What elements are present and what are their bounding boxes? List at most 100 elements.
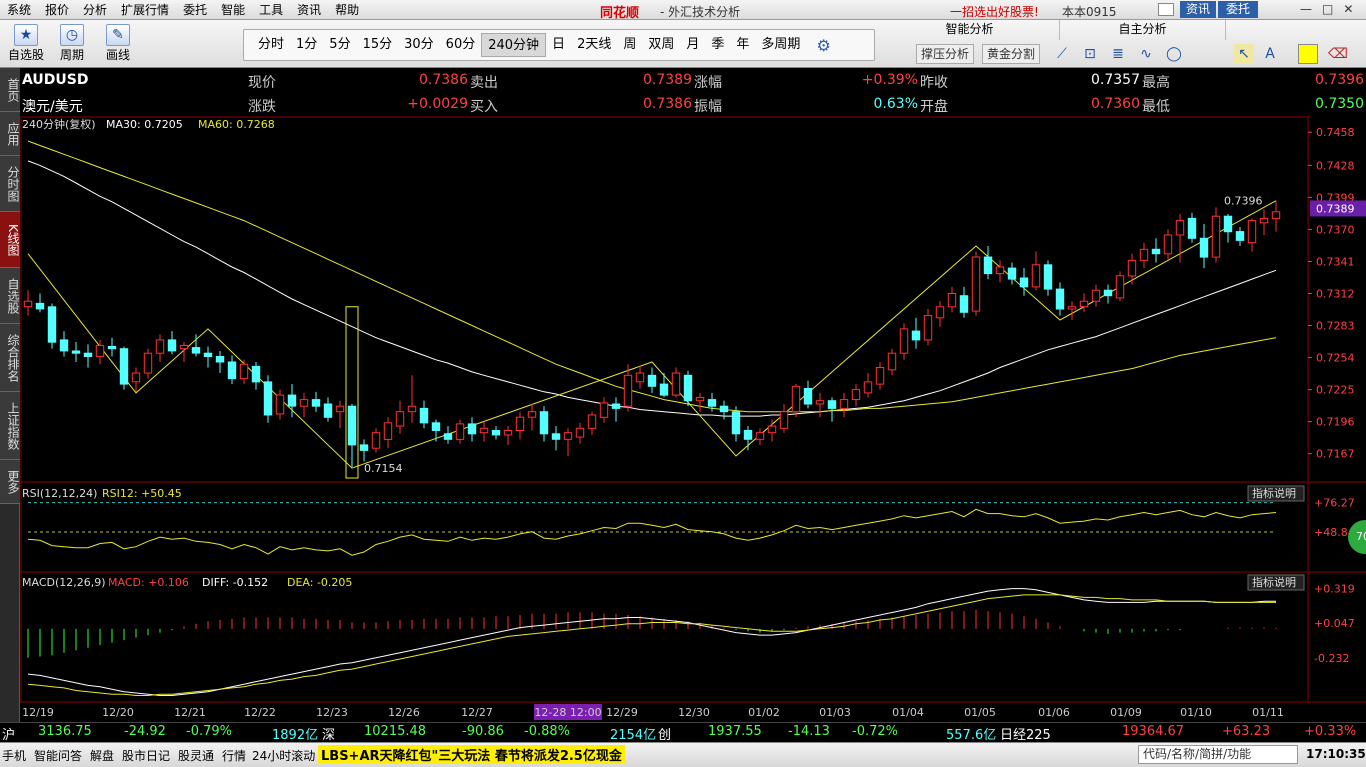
period-week[interactable]: 周: [617, 33, 642, 57]
sidebar-ranking[interactable]: 综合排名: [0, 324, 20, 392]
period-240m[interactable]: 240分钟: [481, 33, 547, 57]
promo-link[interactable]: 一招选出好股票!: [950, 3, 1039, 20]
chart-border: [20, 116, 1309, 703]
rect-tool-icon[interactable]: ⊡: [1080, 44, 1100, 64]
period-year[interactable]: 年: [730, 33, 755, 57]
period-button[interactable]: ◷ 周期: [52, 24, 92, 66]
price-tick-label: 0.7312: [1316, 288, 1355, 301]
cursor-icon[interactable]: ↖: [1234, 44, 1254, 64]
sidebar-shindex[interactable]: 上证指数: [0, 392, 20, 460]
period-tick[interactable]: 分时: [252, 33, 290, 57]
menu-quote[interactable]: 报价: [38, 0, 76, 20]
menu-help[interactable]: 帮助: [328, 0, 366, 20]
bottom-market[interactable]: 行情: [222, 747, 246, 764]
period-30m[interactable]: 30分: [398, 33, 440, 57]
menu-news[interactable]: 资讯: [290, 0, 328, 20]
bottom-analysis[interactable]: 解盘: [90, 747, 114, 764]
menu-smart[interactable]: 智能: [214, 0, 252, 20]
support-resistance-button[interactable]: 撑压分析: [916, 44, 975, 64]
index-status-bar: 沪 3136.75 -24.92 -0.79% 1892亿 深 10215.48…: [0, 722, 1366, 743]
period-month[interactable]: 月: [680, 33, 705, 57]
date-label: 01/10: [1180, 706, 1212, 719]
date-label: 12/22: [244, 706, 276, 719]
period-60m[interactable]: 60分: [440, 33, 482, 57]
golden-section-button[interactable]: 黄金分割: [982, 44, 1041, 64]
period-1m[interactable]: 1分: [290, 33, 323, 57]
rsi-help-button[interactable]: 指标说明: [1252, 486, 1296, 500]
maximize-icon[interactable]: □: [1322, 2, 1333, 16]
draw-line-button[interactable]: ✎ 画线: [98, 24, 138, 66]
label-high: 最高: [1142, 75, 1170, 91]
menu-system[interactable]: 系统: [0, 0, 38, 20]
line-tool-icon[interactable]: ⟋: [1052, 44, 1072, 64]
date-label: 12/21: [174, 706, 206, 719]
menu-trade[interactable]: 委托: [176, 0, 214, 20]
color-picker-icon[interactable]: [1298, 44, 1318, 64]
wave-tool-icon[interactable]: ∿: [1136, 44, 1156, 64]
candle-body: [131, 372, 141, 383]
self-analysis-tab[interactable]: 自主分析: [1060, 20, 1226, 40]
candle-body: [1079, 300, 1089, 308]
candle-body: [863, 381, 873, 394]
watchlist-button[interactable]: ★ 自选股: [6, 24, 46, 66]
menu-analysis[interactable]: 分析: [76, 0, 114, 20]
period-15m[interactable]: 15分: [357, 33, 399, 57]
candle-body: [803, 388, 813, 405]
low-annotation: 0.7154: [364, 462, 403, 475]
bottom-diary[interactable]: 股市日记: [122, 747, 170, 764]
gear-icon[interactable]: ⚙: [816, 36, 830, 55]
main-legend-label: 240分钟(复权): [22, 117, 96, 131]
eraser-icon[interactable]: ⌫: [1328, 44, 1348, 64]
period-2week[interactable]: 双周: [642, 33, 680, 57]
message-icon[interactable]: [1158, 3, 1174, 16]
label-low: 最低: [1142, 99, 1170, 115]
sidebar-home[interactable]: 首页: [0, 68, 20, 112]
nk-pct: +0.33%: [1304, 724, 1357, 739]
candle-body: [695, 396, 705, 402]
candle-body: [155, 339, 165, 354]
menu-tools[interactable]: 工具: [252, 0, 290, 20]
close-icon[interactable]: ✕: [1343, 2, 1353, 16]
channel-tool-icon[interactable]: ≣: [1108, 44, 1128, 64]
bottom-24h[interactable]: 24小时滚动: [252, 747, 315, 764]
bottom-qa[interactable]: 智能问答: [34, 747, 82, 764]
clock: 17:10:35: [1306, 747, 1366, 761]
news-button[interactable]: 资讯: [1180, 1, 1216, 18]
period-2day[interactable]: 2天线: [571, 33, 617, 57]
menu-extended[interactable]: 扩展行情: [114, 0, 176, 20]
label-bid: 买入: [470, 99, 498, 115]
candle-body: [383, 422, 393, 440]
bottom-mobile[interactable]: 手机: [2, 747, 26, 764]
candle-body: [347, 405, 357, 446]
period-multi[interactable]: 多周期: [755, 33, 806, 57]
date-label: 12/29: [606, 706, 638, 719]
period-quarter[interactable]: 季: [705, 33, 730, 57]
value-high: 0.7396: [1315, 72, 1364, 88]
period-5m[interactable]: 5分: [323, 33, 356, 57]
minimize-icon[interactable]: —: [1300, 2, 1312, 16]
smart-analysis-tab[interactable]: 智能分析: [880, 20, 1060, 40]
price-tick-label: 0.7196: [1316, 416, 1355, 429]
analysis-header: 智能分析 自主分析: [880, 20, 1366, 40]
macd-tick-label: -0.232: [1314, 652, 1349, 665]
symbol-name: 澳元/美元: [22, 99, 83, 115]
label-prev-close: 昨收: [920, 75, 948, 91]
macd-help-button[interactable]: 指标说明: [1252, 575, 1296, 589]
text-tool-icon[interactable]: A: [1260, 44, 1280, 64]
username[interactable]: 本本0915: [1062, 3, 1117, 20]
kline-chart[interactable]: 0.74580.74280.73990.73700.73410.73120.72…: [20, 116, 1366, 722]
sidebar-watchlist[interactable]: 自选股: [0, 268, 20, 324]
trade-button[interactable]: 委托: [1218, 1, 1258, 18]
date-label: 12/23: [316, 706, 348, 719]
candle-body: [95, 344, 105, 357]
period-day[interactable]: 日: [546, 33, 571, 57]
sidebar-intraday[interactable]: 分时图: [0, 156, 20, 212]
sidebar-kline[interactable]: K线图: [0, 212, 20, 268]
search-input[interactable]: 代码/名称/简拼/功能: [1138, 745, 1298, 764]
news-ticker[interactable]: LBS+AR天降红包"三大玩法 春节将派发2.5亿现金: [318, 745, 625, 764]
ellipse-tool-icon[interactable]: ◯: [1164, 44, 1184, 64]
sidebar-apps[interactable]: 应用: [0, 112, 20, 156]
sidebar-more[interactable]: 更多: [0, 460, 20, 504]
bottom-stockwise[interactable]: 股灵通: [178, 747, 214, 764]
value-amplitude: 0.63%: [873, 96, 918, 112]
